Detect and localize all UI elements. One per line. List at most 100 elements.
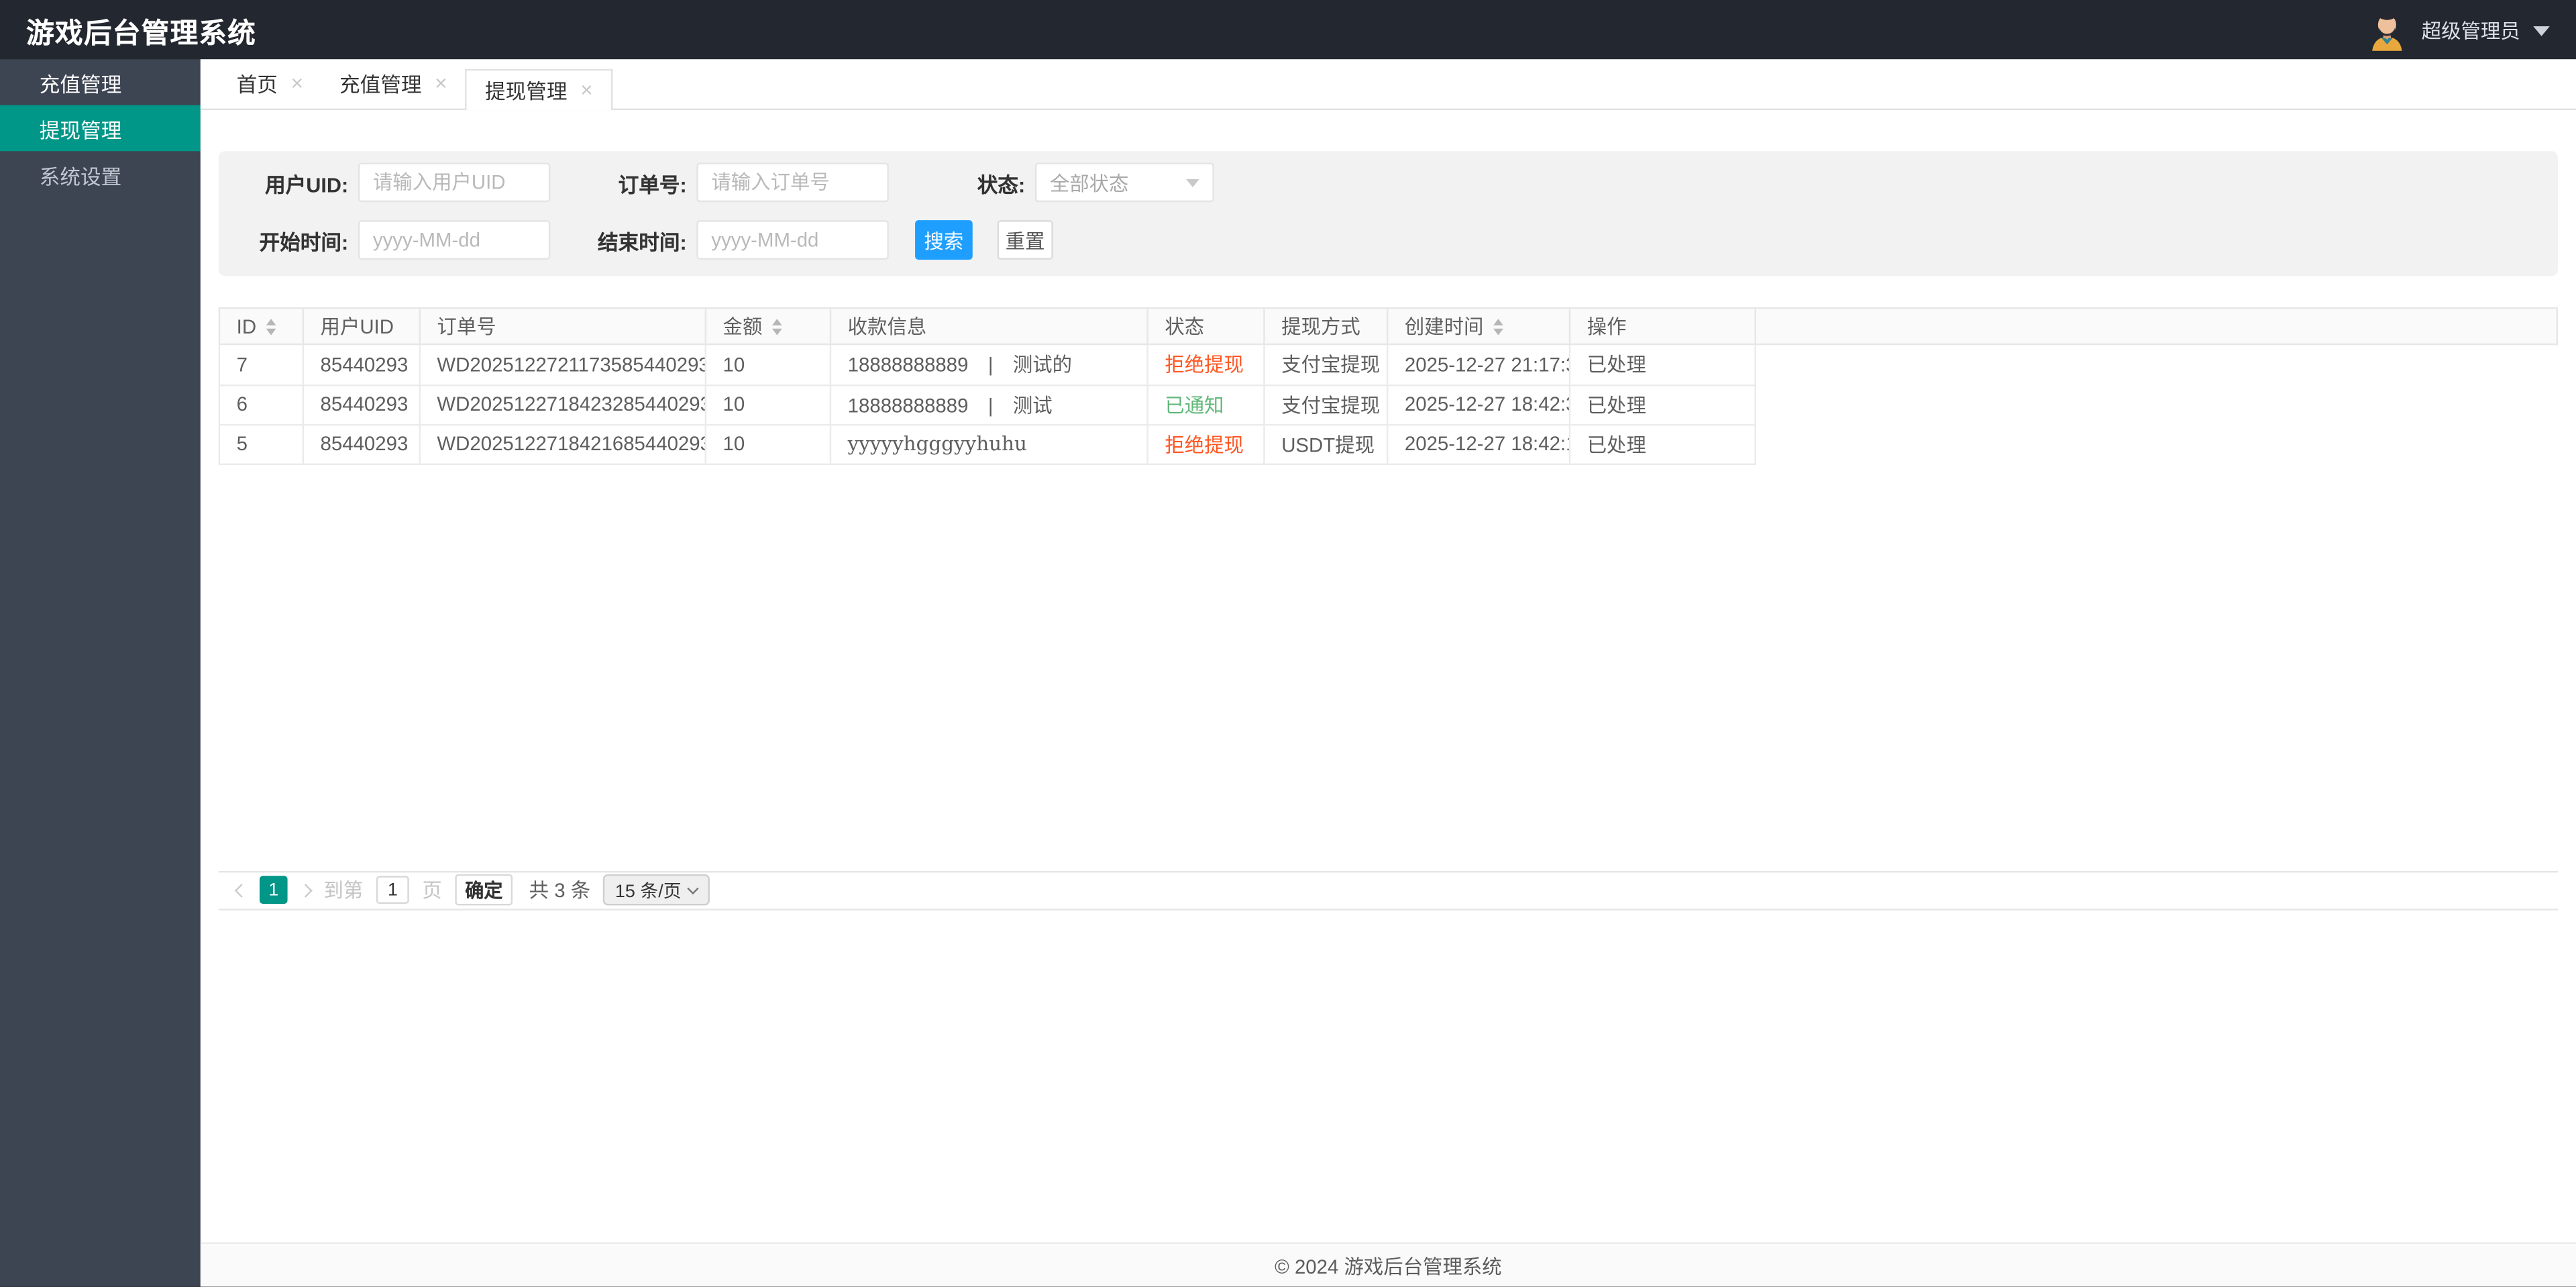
tab-withdraw[interactable]: 提现管理 × (465, 68, 613, 111)
goto-suffix: 页 (422, 879, 442, 903)
close-icon[interactable]: × (580, 79, 593, 101)
table-row: 7 85440293 WD20251227211735854402931141 … (219, 345, 1756, 386)
sidebar-item-withdraw[interactable]: 提现管理 (0, 105, 201, 152)
uid-label: 用户UID: (265, 173, 349, 197)
cell-status: 拒绝提现 (1147, 345, 1265, 386)
cell-action: 已处理 (1569, 384, 1756, 425)
cell-amount: 10 (705, 345, 832, 386)
search-row-2: 开始时间: 结束时间: 搜索 重置 (231, 220, 2544, 260)
chevron-down-icon (686, 882, 698, 895)
cell-method: USDT提现 (1264, 423, 1389, 464)
cell-method: 支付宝提现 (1264, 345, 1389, 386)
start-time-input[interactable] (358, 220, 551, 260)
page-size-select[interactable]: 15 条/页 (603, 874, 710, 906)
pagination: 1 到第 页 确定 共 3 条 15 条/页 (218, 870, 2559, 910)
col-status: 状态 (1148, 309, 1265, 344)
cell-id: 6 (219, 384, 305, 425)
chevron-left-icon[interactable] (234, 882, 249, 897)
sort-icon (1493, 317, 1503, 335)
cell-action: 已处理 (1569, 345, 1756, 386)
goto-page-input[interactable] (376, 876, 409, 904)
sidebar-item-label: 充值管理 (39, 72, 122, 97)
chevron-down-icon (2533, 25, 2550, 36)
uid-input[interactable] (358, 162, 551, 203)
cell-payee: yyyyyhgggyyhuhu (830, 423, 1148, 464)
start-time-label: 开始时间: (259, 231, 349, 254)
col-payee: 收款信息 (831, 309, 1148, 344)
status-select-value: 全部状态 (1049, 171, 1129, 195)
col-method: 提现方式 (1265, 309, 1389, 344)
cell-created: 2025-12-27 18:42:32 (1387, 384, 1571, 425)
cell-amount: 10 (705, 384, 832, 425)
cell-created: 2025-12-27 21:17:35 (1387, 345, 1571, 386)
cell-uid: 85440293 (303, 423, 421, 464)
order-no-input[interactable] (696, 162, 889, 203)
col-created[interactable]: 创建时间 (1388, 309, 1571, 344)
caret-down-icon (1186, 178, 1199, 187)
sidebar-item-label: 系统设置 (39, 165, 122, 189)
sidebar-item-settings[interactable]: 系统设置 (0, 151, 201, 197)
tab-label: 提现管理 (484, 80, 568, 104)
tab-label: 首页 (236, 74, 278, 97)
table-row: 6 85440293 WD20251227184232854402935694 … (219, 384, 1756, 425)
order-no-label: 订单号: (618, 173, 687, 197)
total-count: 共 3 条 (529, 879, 591, 903)
search-panel: 用户UID: 订单号: 状态: 全部状态 开始时间: 结束时间: 搜索 (218, 151, 2559, 276)
status-select[interactable]: 全部状态 (1034, 162, 1214, 203)
main-area: 首页 × 充值管理 × 提现管理 × 用户UID: 订单号: 状态: (200, 59, 2576, 1287)
cell-uid: 85440293 (303, 345, 421, 386)
search-row-1: 用户UID: 订单号: 状态: 全部状态 (231, 162, 2544, 203)
cell-payee: 18888888889 | 测试 (830, 384, 1148, 425)
cell-order-no: WD20251227184232854402935694 (419, 384, 707, 425)
goto-confirm-button[interactable]: 确定 (455, 874, 513, 906)
chevron-right-icon[interactable] (299, 882, 313, 897)
cell-action: 已处理 (1569, 423, 1756, 464)
user-menu[interactable]: 超级管理员 (2365, 8, 2550, 51)
content: 用户UID: 订单号: 状态: 全部状态 开始时间: 结束时间: 搜索 (201, 151, 2576, 910)
copyright-text: © 2024 游戏后台管理系统 (1275, 1254, 1502, 1278)
cell-payee: 18888888889 | 测试的 (830, 345, 1148, 386)
tab-home[interactable]: 首页 × (219, 59, 321, 108)
table-header: ID 用户UID 订单号 金额 收款信息 状态 提现方式 创建时间 操作 (218, 307, 2559, 346)
close-icon[interactable]: × (291, 72, 304, 94)
tab-label: 充值管理 (339, 74, 422, 97)
col-action: 操作 (1570, 309, 1756, 344)
col-id[interactable]: ID (220, 309, 305, 344)
tab-recharge[interactable]: 充值管理 × (321, 59, 466, 108)
cell-order-no: WD20251227184216854402935987 (419, 423, 707, 464)
page-size-value: 15 条/页 (614, 881, 682, 902)
sidebar: 充值管理 提现管理 系统设置 (0, 59, 201, 1287)
avatar (2372, 12, 2402, 51)
cell-created: 2025-12-27 18:42:16 (1387, 423, 1571, 464)
cell-status: 已通知 (1147, 384, 1265, 425)
cell-amount: 10 (705, 423, 832, 464)
table-row: 5 85440293 WD20251227184216854402935987 … (219, 423, 1756, 464)
reset-button[interactable]: 重置 (997, 220, 1053, 260)
close-icon[interactable]: × (435, 72, 447, 94)
footer: © 2024 游戏后台管理系统 (200, 1242, 2576, 1287)
withdraw-table: 7 85440293 WD20251227211735854402931141 … (218, 345, 1756, 464)
cell-order-no: WD20251227211735854402931141 (419, 345, 707, 386)
sidebar-item-recharge[interactable]: 充值管理 (0, 59, 201, 105)
user-name: 超级管理员 (2421, 19, 2520, 42)
app-title: 游戏后台管理系统 (26, 17, 257, 49)
page-button-current[interactable]: 1 (259, 876, 288, 904)
col-uid: 用户UID (304, 309, 421, 344)
tab-bar: 首页 × 充值管理 × 提现管理 × (200, 59, 2576, 111)
search-button[interactable]: 搜索 (915, 220, 973, 260)
cell-id: 7 (219, 345, 305, 386)
cell-uid: 85440293 (303, 384, 421, 425)
sort-icon (772, 317, 782, 335)
goto-prefix: 到第 (323, 879, 364, 903)
col-order-no: 订单号 (421, 309, 707, 344)
end-time-label: 结束时间: (598, 231, 687, 254)
sort-icon (266, 317, 276, 335)
top-bar: 游戏后台管理系统 超级管理员 (0, 0, 2576, 60)
cell-status: 拒绝提现 (1147, 423, 1265, 464)
cell-id: 5 (219, 423, 305, 464)
col-amount[interactable]: 金额 (706, 309, 832, 344)
status-label: 状态: (977, 173, 1026, 197)
end-time-input[interactable] (696, 220, 889, 260)
sidebar-item-label: 提现管理 (39, 119, 122, 142)
app-window: 游戏后台管理系统 超级管理员 充值管理 提现管理 系统设置 首页 × 充值管理 … (0, 0, 2576, 1287)
